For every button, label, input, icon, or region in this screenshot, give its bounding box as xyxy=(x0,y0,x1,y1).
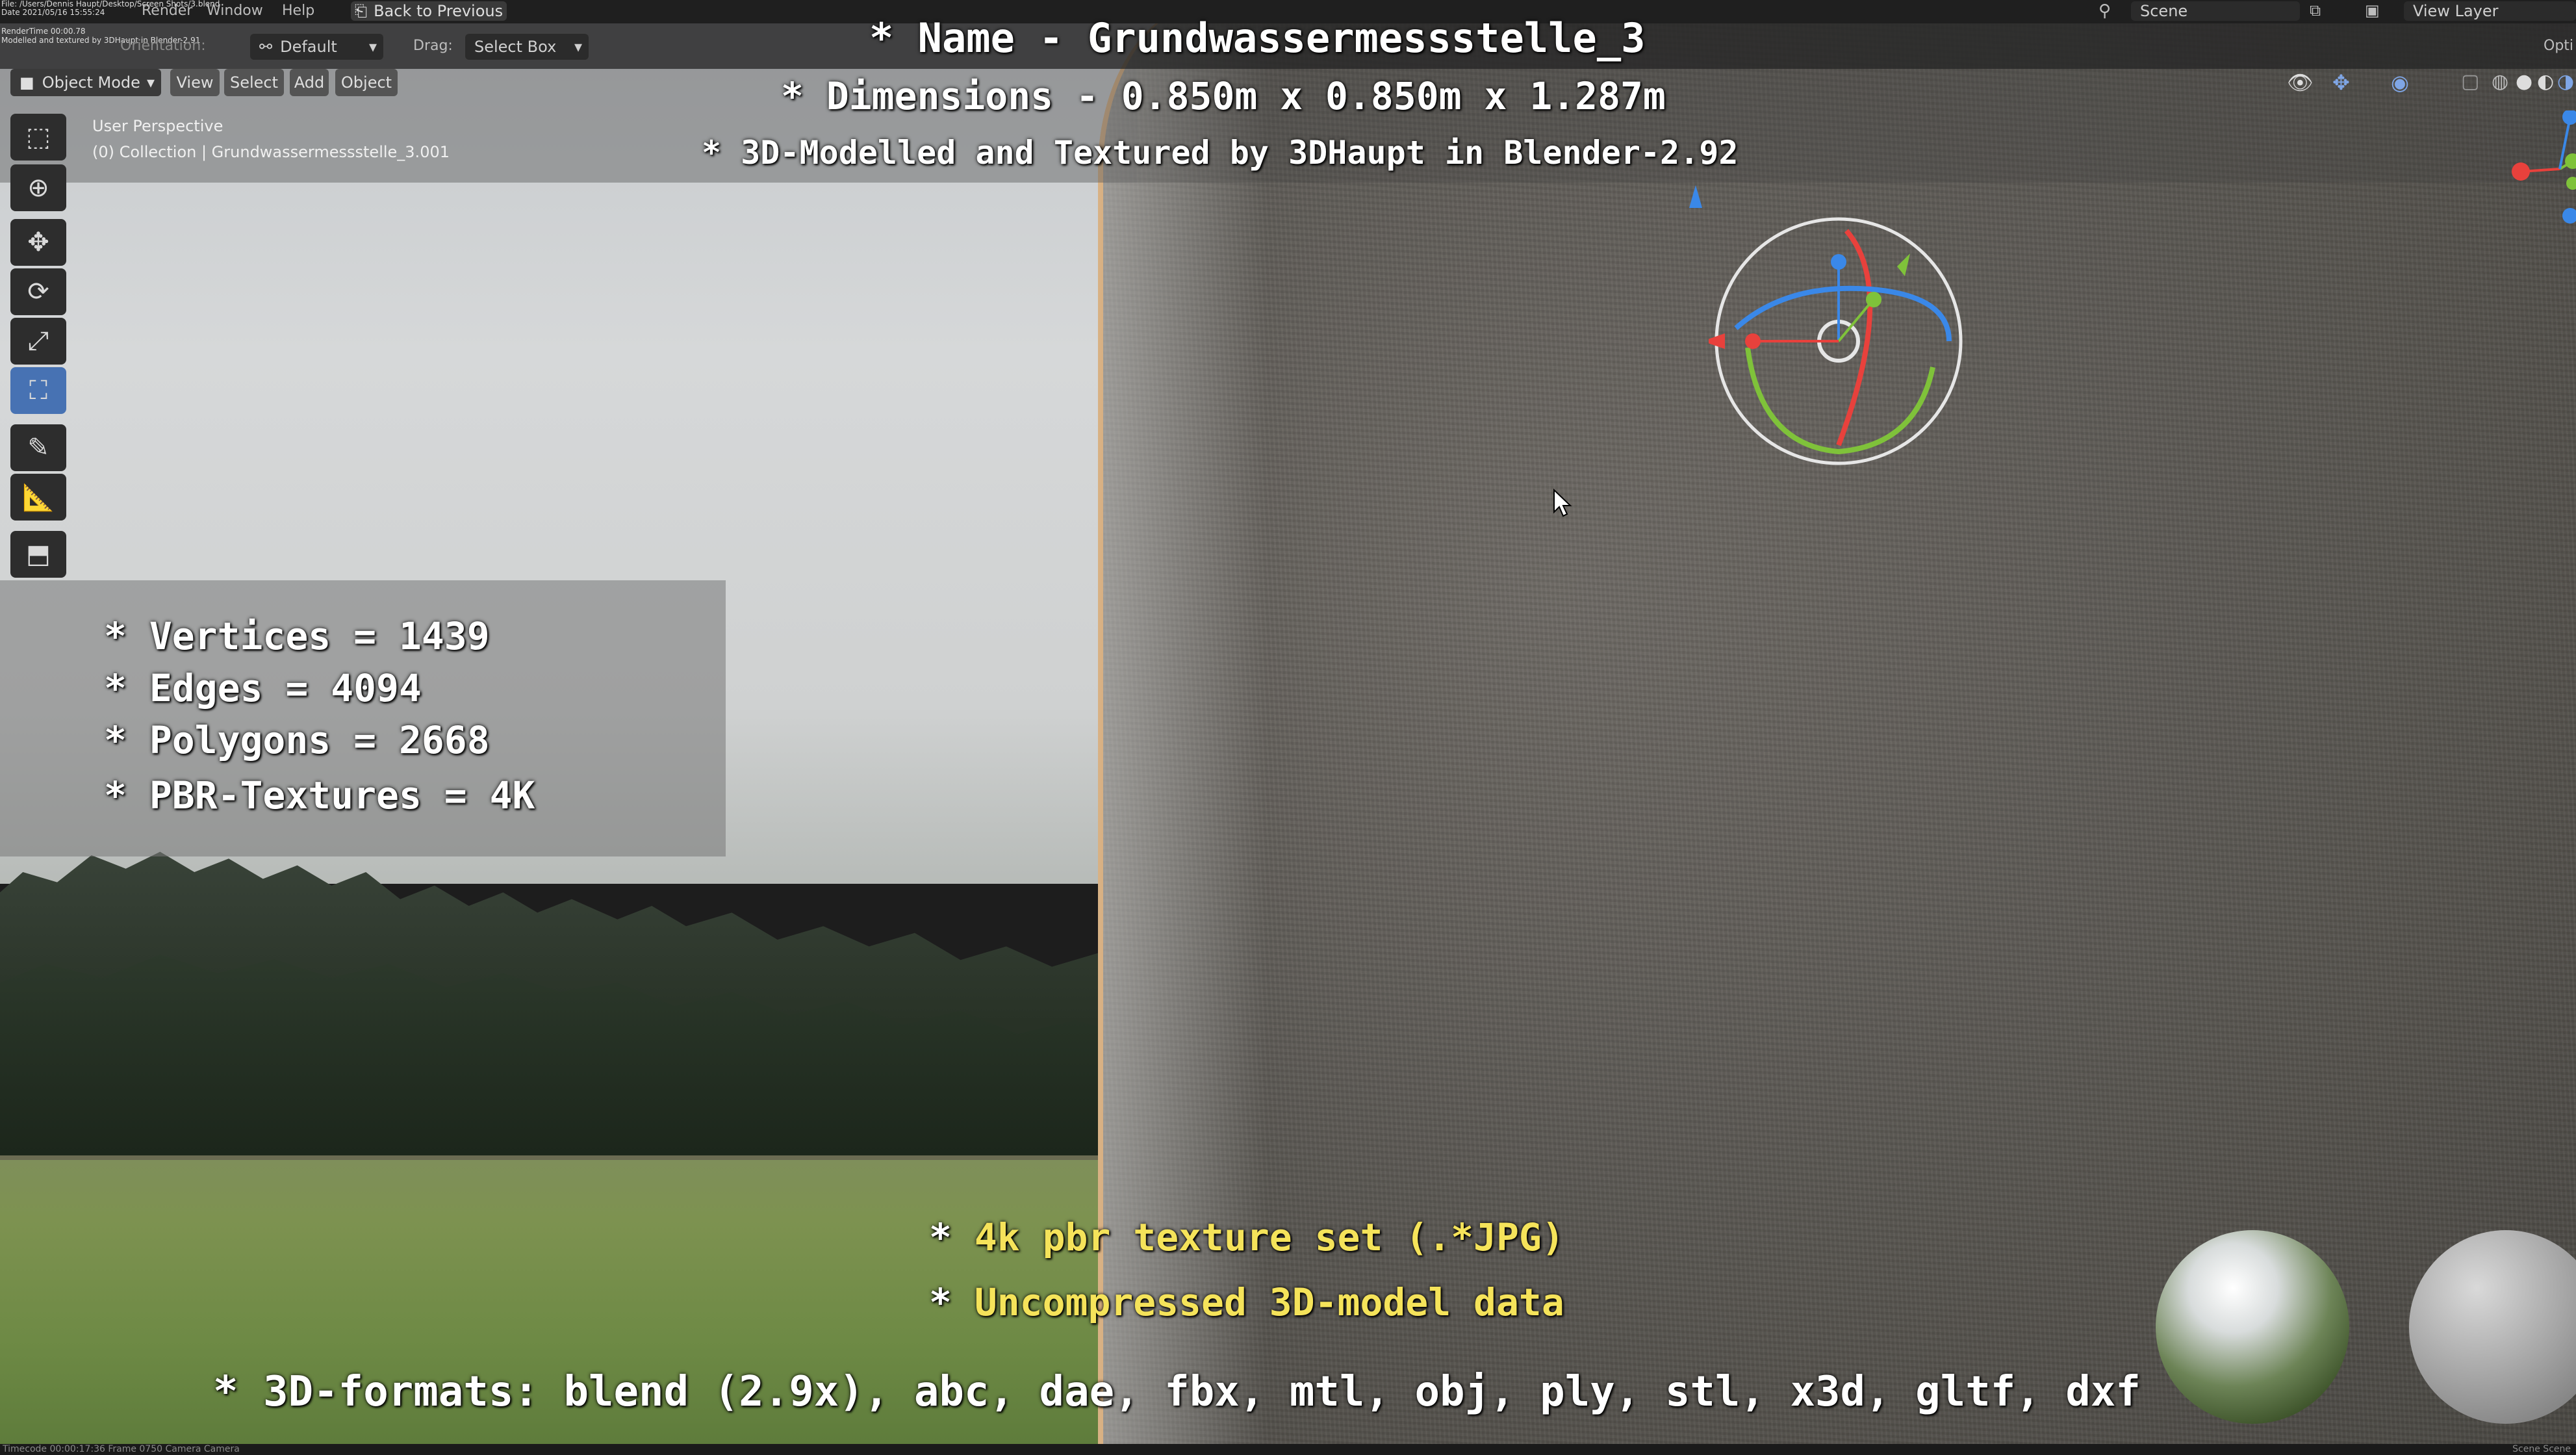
wireframe-shading-icon[interactable]: ◍ xyxy=(2492,70,2508,93)
xray-icon[interactable]: ▢ xyxy=(2461,70,2479,93)
orientation-label: Orientation: xyxy=(120,38,206,54)
gizmo-toggle-icon[interactable]: ✥ xyxy=(2332,70,2350,95)
stat-polygons: * Polygons = 2668 xyxy=(104,718,490,762)
view-layer-icon: ▣ xyxy=(2365,1,2380,19)
chevron-down-icon: ▾ xyxy=(146,73,155,92)
back-to-previous-button[interactable]: ⎗ Back to Previous xyxy=(351,1,507,21)
scene-label: Scene xyxy=(2140,2,2188,20)
perspective-label: User Perspective xyxy=(92,117,223,135)
object-menu[interactable]: Object xyxy=(335,69,398,96)
credit-title: * 3D-Modelled and Textured by 3DHaupt in… xyxy=(702,134,1739,172)
solid-shading-icon[interactable]: ● xyxy=(2516,70,2532,93)
material-shading-icon[interactable]: ◐ xyxy=(2537,70,2554,93)
drag-value: Select Box xyxy=(474,38,557,56)
drag-dropdown[interactable]: Select Box ▾ xyxy=(465,34,589,60)
scene-status-text: Scene Scene xyxy=(2512,1444,2571,1454)
rendered-shading-icon[interactable]: ◑ xyxy=(2557,70,2574,93)
chevron-down-icon: ▾ xyxy=(574,38,582,56)
hdri-preview-sphere xyxy=(2156,1230,2349,1424)
uncompressed-line: * Uncompressed 3D-model data xyxy=(929,1280,1564,1324)
menu-help[interactable]: Help xyxy=(282,3,314,19)
bullet: * xyxy=(929,1280,952,1324)
object-mode-dropdown[interactable]: ■ Object Mode ▾ xyxy=(10,69,161,96)
measure-icon[interactable]: 📐 xyxy=(10,474,66,521)
drag-label: Drag: xyxy=(413,38,453,54)
view-menu[interactable]: View xyxy=(170,69,220,96)
status-bar: Timecode 00:00:17:36 Frame 0750 Camera C… xyxy=(0,1444,2576,1455)
back-label: Back to Previous xyxy=(374,2,504,20)
stat-edges: * Edges = 4094 xyxy=(104,666,422,710)
dimensions-title: * Dimensions - 0.850m x 0.850m x 1.287m xyxy=(781,74,1666,118)
date-text: Date 2021/05/16 15:55:24 xyxy=(1,8,105,17)
rotate-icon[interactable]: ⟳ xyxy=(10,268,66,315)
timecode-text: Timecode 00:00:17:36 Frame 0750 Camera C… xyxy=(3,1444,240,1454)
select-menu[interactable]: Select xyxy=(224,69,284,96)
rendertime-text: RenderTime 00:00.78 xyxy=(1,27,86,36)
visibility-icon[interactable]: 👁 xyxy=(2287,70,2314,95)
overlay-toggle-icon[interactable]: ◉ xyxy=(2391,70,2409,95)
add-cube-icon[interactable]: ⬒ xyxy=(10,531,66,578)
name-title: * Name - Grundwassermessstelle_3 xyxy=(869,14,1646,62)
new-scene-icon[interactable]: ⧉ xyxy=(2310,1,2321,19)
pivot-label: Default xyxy=(280,38,337,56)
scale-icon[interactable]: ⤢ xyxy=(10,318,66,365)
left-toolbar: ⬚ ⊕ ✥ ⟳ ⤢ ⛶ ✎ 📐 ⬒ xyxy=(10,114,66,582)
texture-set-text: 4k pbr texture set (.*JPG) xyxy=(974,1215,1564,1259)
object-mode-icon: ■ xyxy=(19,73,34,92)
back-icon: ⎗ xyxy=(354,2,368,20)
mouse-cursor-icon xyxy=(1553,489,1572,517)
z-arrow-icon[interactable] xyxy=(1676,182,1715,234)
stat-textures: * PBR-Textures = 4K xyxy=(104,773,535,818)
navigation-gizmo[interactable] xyxy=(2508,110,2576,227)
texture-set-line: * 4k pbr texture set (.*JPG) xyxy=(929,1215,1564,1259)
object-mode-label: Object Mode xyxy=(42,73,140,92)
formats-line: * 3D-formats: blend (2.9x), abc, dae, fb… xyxy=(213,1368,2141,1416)
view-layer-label: View Layer xyxy=(2413,2,2499,20)
options-label[interactable]: Opti xyxy=(2544,38,2573,54)
uncompressed-text: Uncompressed 3D-model data xyxy=(974,1280,1564,1324)
annotate-icon[interactable]: ✎ xyxy=(10,424,66,471)
rotate-gizmo[interactable] xyxy=(1709,211,1969,471)
scene-selector[interactable]: Scene xyxy=(2131,1,2300,21)
select-box-icon[interactable]: ⬚ xyxy=(10,114,66,161)
transform-icon[interactable]: ⛶ xyxy=(10,367,66,414)
scene-icon: ⚲ xyxy=(2098,1,2111,21)
pivot-icon: ⚯ xyxy=(259,38,273,56)
stat-vertices: * Vertices = 1439 xyxy=(104,614,490,658)
chevron-down-icon: ▾ xyxy=(368,38,377,56)
view-layer-selector[interactable]: View Layer xyxy=(2404,1,2576,21)
move-icon[interactable]: ✥ xyxy=(10,219,66,266)
menu-window[interactable]: Window xyxy=(207,3,263,19)
add-menu[interactable]: Add xyxy=(290,69,329,96)
cursor-icon[interactable]: ⊕ xyxy=(10,164,66,211)
blender-window: File: /Users/Dennis Haupt/Desktop/Screen… xyxy=(0,0,2576,1455)
pivot-dropdown[interactable]: ⚯ Default ▾ xyxy=(250,34,383,60)
bullet: * xyxy=(929,1215,952,1259)
collection-label: (0) Collection | Grundwassermessstelle_3… xyxy=(92,143,450,161)
menu-render[interactable]: Render xyxy=(142,3,192,19)
